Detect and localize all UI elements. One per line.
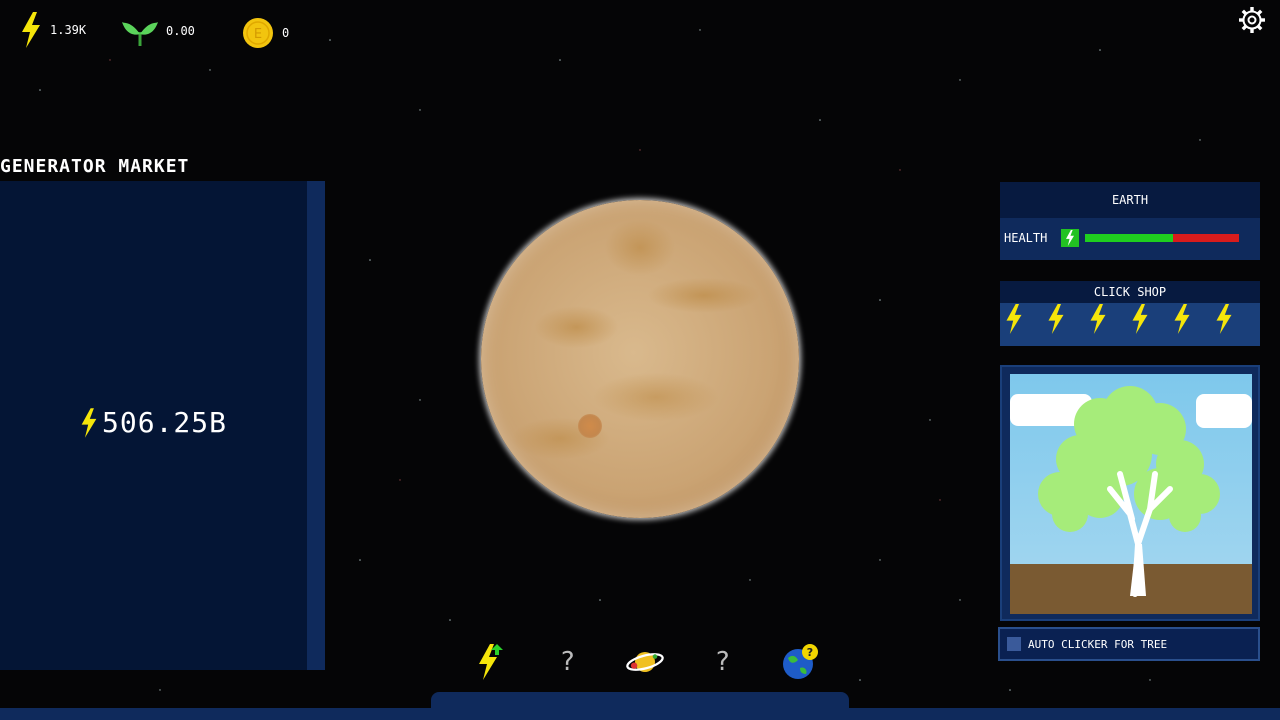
market-balance-value: 506.25B <box>102 406 228 439</box>
nav-locked-1[interactable]: ? <box>548 642 588 682</box>
nav-planets[interactable] <box>625 642 665 682</box>
coin-value: 0 <box>282 26 290 40</box>
click-shop-panel: CLICK SHOP <box>1000 281 1260 346</box>
click-shop-item-2[interactable] <box>1046 304 1066 338</box>
earth-title: EARTH <box>1000 182 1260 218</box>
nav-energy-upgrade[interactable] <box>470 642 510 682</box>
generator-market-title: GENERATOR MARKET <box>0 156 190 177</box>
health-bar <box>1085 234 1240 242</box>
planet-clickable[interactable] <box>481 200 799 518</box>
bolt-icon <box>1090 304 1106 334</box>
plant-value: 0.00 <box>166 24 195 38</box>
settings-gear-icon[interactable] <box>1238 6 1266 34</box>
bottom-navigation: ? ? ? <box>470 640 820 684</box>
planet-ring-icon <box>626 652 664 672</box>
question-icon: ? <box>714 647 731 677</box>
tree-icon <box>1038 386 1220 597</box>
planet-storm-spot <box>578 414 602 438</box>
click-shop-items <box>1000 303 1260 339</box>
coin-letter: E <box>254 27 262 42</box>
bolt-icon <box>81 407 97 438</box>
earth-status-panel: EARTH HEALTH <box>1000 182 1260 260</box>
question-icon: ? <box>559 647 576 677</box>
earth-badge: ? <box>807 646 813 659</box>
sprout-icon <box>122 22 158 46</box>
bolt-icon <box>1006 304 1022 334</box>
click-shop-item-1[interactable] <box>1004 304 1024 338</box>
nav-earth[interactable]: ? <box>780 642 820 682</box>
energy-value: 1.39K <box>50 23 87 37</box>
click-shop-item-5[interactable] <box>1172 304 1192 338</box>
coin-counter: E 0 <box>242 17 289 49</box>
bolt-icon <box>22 12 40 48</box>
auto-clicker-label: AUTO CLICKER FOR TREE <box>1028 637 1168 651</box>
bottom-strip <box>0 708 1280 720</box>
click-shop-item-4[interactable] <box>1130 304 1150 338</box>
bolt-icon <box>1216 304 1232 334</box>
health-bar-fill <box>1085 234 1174 242</box>
earth-globe-icon: ? <box>783 644 818 679</box>
plant-counter: 0.00 <box>122 14 195 48</box>
auto-clicker-checkbox[interactable] <box>1007 637 1021 651</box>
health-label: HEALTH <box>1004 231 1048 245</box>
click-shop-title: CLICK SHOP <box>1000 281 1260 303</box>
nav-locked-2[interactable]: ? <box>703 642 743 682</box>
tree-scene[interactable] <box>1010 374 1252 614</box>
health-bolt-icon <box>1061 229 1080 247</box>
bolt-icon <box>1132 304 1148 334</box>
click-shop-item-3[interactable] <box>1088 304 1108 338</box>
coin-icon: E <box>243 18 273 48</box>
market-balance: 506.25B <box>80 406 227 439</box>
auto-clicker-toggle[interactable]: AUTO CLICKER FOR TREE <box>998 627 1260 661</box>
tree-panel <box>1000 365 1260 621</box>
bolt-upgrade-icon <box>479 644 503 680</box>
bolt-icon <box>1174 304 1190 334</box>
health-row: HEALTH <box>1000 218 1260 258</box>
bolt-icon <box>1048 304 1064 334</box>
click-shop-item-6[interactable] <box>1214 304 1234 338</box>
energy-counter: 1.39K <box>20 12 86 48</box>
